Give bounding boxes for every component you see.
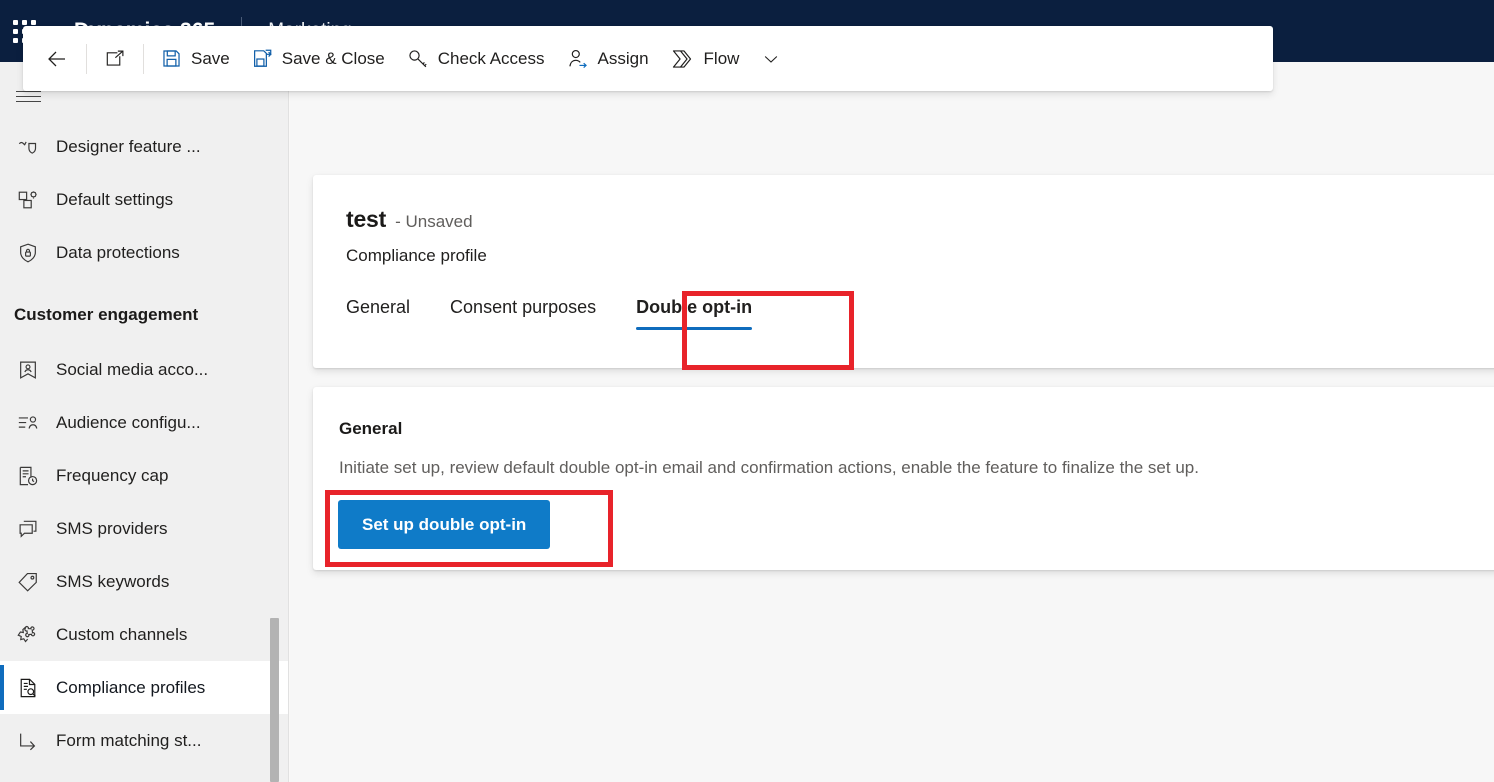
sidebar-item-social-media-accounts[interactable]: Social media acco... [0, 343, 288, 396]
assign-label: Assign [597, 48, 649, 68]
sidebar-item-label: SMS keywords [56, 571, 170, 591]
default-settings-icon [0, 189, 56, 211]
sidebar-item-default-settings[interactable]: Default settings [0, 173, 288, 226]
key-icon [407, 48, 429, 70]
sidebar-item-sms-providers[interactable]: SMS providers [0, 502, 288, 555]
set-up-double-opt-in-button[interactable]: Set up double opt-in [338, 500, 551, 549]
sidebar-item-label: Data protections [56, 242, 180, 262]
sidebar-item-data-protections[interactable]: Data protections [0, 226, 288, 279]
form-matching-strategy-icon [0, 730, 56, 752]
check-access-button[interactable]: Check Access [396, 39, 556, 79]
record-title-row: test - Unsaved [346, 206, 473, 233]
sidebar-item-label: Frequency cap [56, 465, 169, 485]
sidebar-top-list: Designer feature ... Default settings Da… [0, 118, 288, 767]
assign-person-icon [567, 48, 589, 70]
save-and-close-label: Save & Close [281, 48, 385, 68]
command-bar-divider [86, 43, 87, 74]
sidebar-item-label: Compliance profiles [56, 677, 206, 697]
sidebar-item-label: Social media acco... [56, 359, 209, 379]
save-button[interactable]: Save [150, 39, 241, 79]
social-media-account-icon [0, 359, 56, 381]
audience-configuration-icon [0, 412, 56, 434]
sidebar-navigation: Designer feature ... Default settings Da… [0, 62, 289, 782]
assign-button[interactable]: Assign [556, 39, 660, 79]
compliance-profiles-icon [0, 677, 56, 699]
sms-keywords-tag-icon [0, 571, 56, 593]
record-name: test [346, 206, 387, 232]
section-description: Initiate set up, review default double o… [339, 458, 1199, 477]
sidebar-item-audience-configuration[interactable]: Audience configu... [0, 396, 288, 449]
sidebar-item-designer-features[interactable]: Designer feature ... [0, 120, 288, 173]
back-button[interactable] [34, 39, 80, 79]
sidebar-item-sms-keywords[interactable]: SMS keywords [0, 555, 288, 608]
sidebar-scrollbar-thumb[interactable] [270, 618, 279, 782]
flow-button[interactable]: Flow [660, 39, 751, 79]
power-automate-flow-icon [671, 48, 695, 70]
sidebar-item-frequency-cap[interactable]: Frequency cap [0, 449, 288, 502]
record-header-card: test - Unsaved Compliance profile Genera… [313, 175, 1494, 368]
save-and-close-icon [252, 48, 273, 69]
sidebar-item-compliance-profiles[interactable]: Compliance profiles [0, 661, 288, 714]
sidebar-item-label: Custom channels [56, 624, 188, 644]
sidebar-group-header: Customer engagement [14, 305, 199, 324]
sidebar-item-custom-channels[interactable]: Custom channels [0, 608, 288, 661]
tab-double-opt-in[interactable]: Double opt-in [636, 297, 752, 330]
command-bar-divider [143, 43, 144, 74]
sidebar-item-form-matching-strategies[interactable]: Form matching st... [0, 714, 288, 767]
record-save-state: - Unsaved [395, 212, 473, 231]
form-tab-list: General Consent purposes Double opt-in [346, 297, 792, 330]
open-in-new-window-button[interactable] [93, 39, 137, 79]
record-entity-name: Compliance profile [346, 246, 487, 265]
custom-channels-puzzle-icon [0, 624, 56, 646]
sidebar-item-label: Audience configu... [56, 412, 201, 432]
sidebar-item-label: Form matching st... [56, 730, 202, 750]
designer-feature-icon [0, 136, 56, 158]
back-arrow-icon [45, 47, 69, 71]
shield-lock-icon [0, 242, 56, 264]
sidebar-item-label: Default settings [56, 189, 174, 209]
frequency-cap-icon [0, 465, 56, 487]
check-access-label: Check Access [437, 48, 545, 68]
sms-providers-icon [0, 518, 56, 540]
tab-general[interactable]: General [346, 297, 410, 330]
double-opt-in-content-card: General Initiate set up, review default … [313, 387, 1494, 570]
save-label: Save [191, 48, 230, 68]
open-in-new-window-icon [104, 48, 126, 70]
tab-consent-purposes[interactable]: Consent purposes [450, 297, 596, 330]
section-title-general: General [339, 419, 403, 438]
command-bar-overflow-button[interactable] [750, 39, 792, 79]
sidebar-item-label: Designer feature ... [56, 136, 201, 156]
flow-label: Flow [703, 48, 740, 68]
save-and-close-button[interactable]: Save & Close [241, 39, 396, 79]
chevron-down-icon [761, 49, 781, 69]
sidebar-item-label: SMS providers [56, 518, 168, 538]
save-floppy-icon [161, 48, 182, 69]
command-bar: Save Save & Close Check Access Assign Fl… [23, 26, 1273, 91]
